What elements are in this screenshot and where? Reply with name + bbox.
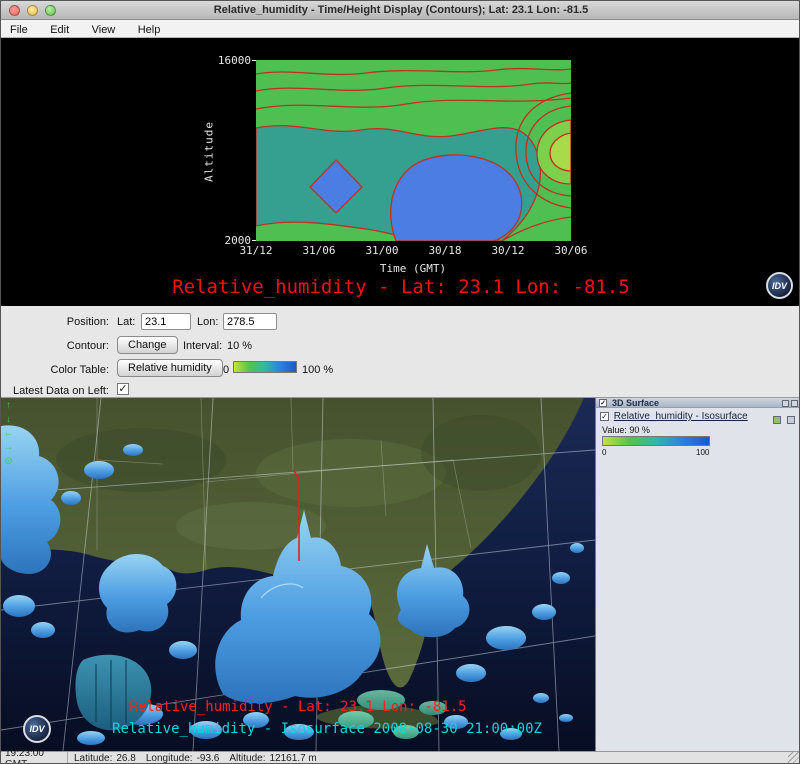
legend-header-checkbox[interactable]: ✓ <box>599 399 607 407</box>
time-height-display: 16000 2000 Altitude 31/12 31/06 31/00 30… <box>1 38 800 306</box>
map-caption-isosurface: Relative_humidity - Isosurface 2008-08-3… <box>59 721 595 737</box>
lower-split: ↑ ↓ ← → ⊙ Relative_humidity - Lat: 23.1 … <box>1 398 800 751</box>
y-tickmark-top <box>252 60 256 61</box>
titlebar[interactable]: Relative_humidity - Time/Height Display … <box>1 1 800 20</box>
x-tick: 31/06 <box>299 244 339 257</box>
contour-change-button[interactable]: Change <box>117 336 178 354</box>
y-tickmark-bottom <box>252 240 256 241</box>
legend-remove-icon[interactable] <box>787 416 795 424</box>
lon-label: Lon: <box>197 316 218 328</box>
pan-down-icon[interactable]: ↓ <box>2 414 15 425</box>
pan-left-icon[interactable]: ← <box>2 428 15 439</box>
x-tick: 30/12 <box>488 244 528 257</box>
status-latitude-label: Latitude: <box>74 753 112 764</box>
legend-header-title: 3D Surface <box>612 398 659 408</box>
menu-help[interactable]: Help <box>129 22 170 36</box>
interval-label: Interval: <box>183 340 222 352</box>
x-tick: 30/06 <box>551 244 591 257</box>
map-3d-view[interactable]: ↑ ↓ ← → ⊙ Relative_humidity - Lat: 23.1 … <box>1 398 595 751</box>
status-position: Latitude: 26.8 Longitude: -93.6 Altitude… <box>68 753 317 764</box>
status-longitude-value: -93.6 <box>197 753 220 764</box>
color-scale-bar <box>233 361 297 373</box>
legend-panel: ✓ 3D Surface ✓ Relative_humidity - Isosu… <box>595 398 800 751</box>
pan-up-icon[interactable]: ↑ <box>2 400 15 411</box>
legend-properties-icon[interactable] <box>773 416 781 424</box>
color-table-label: Color Table: <box>1 364 109 376</box>
menu-file[interactable]: File <box>1 22 37 36</box>
resize-grip[interactable] <box>788 752 800 764</box>
color-table-button[interactable]: Relative humidity <box>117 359 223 377</box>
legend-value-text: Value: 90 % <box>602 425 650 435</box>
contour-field <box>256 60 571 241</box>
legend-header[interactable]: ✓ 3D Surface <box>596 398 800 408</box>
status-altitude-value: 12161.7 m <box>270 753 317 764</box>
legend-float-icon[interactable] <box>782 400 789 407</box>
pan-right-icon[interactable]: → <box>2 442 15 453</box>
x-tick: 31/00 <box>362 244 402 257</box>
status-bar: 19:23:00 GMT Latitude: 26.8 Longitude: -… <box>1 751 800 764</box>
idv-logo-text: IDV <box>772 281 787 291</box>
window-title: Relative_humidity - Time/Height Display … <box>1 4 800 16</box>
lon-input[interactable] <box>223 313 277 330</box>
legend-color-bar[interactable] <box>602 436 710 446</box>
legend-item-label[interactable]: Relative_humidity - Isosurface <box>614 411 748 422</box>
menu-view[interactable]: View <box>83 22 125 36</box>
control-panel: Position: Lat: Lon: Contour: Change Inte… <box>1 306 800 398</box>
legend-close-icon[interactable] <box>791 400 798 407</box>
map-caption-position: Relative_humidity - Lat: 23.1 Lon: -81.5 <box>1 699 595 715</box>
status-time: 19:23:00 GMT <box>1 752 68 764</box>
idv-logo: IDV <box>766 272 793 299</box>
y-axis-title: Altitude <box>203 102 216 202</box>
legend-item-icons <box>771 411 795 429</box>
menu-edit[interactable]: Edit <box>41 22 78 36</box>
legend-item-row: ✓ Relative_humidity - Isosurface <box>600 411 748 424</box>
idv-logo: IDV <box>23 715 51 743</box>
y-tick-max: 16000 <box>205 54 251 67</box>
contour-label: Contour: <box>1 340 109 352</box>
latest-data-label: Latest Data on Left: <box>1 385 109 397</box>
chart-title: Relative_humidity - Lat: 23.1 Lon: -81.5 <box>1 276 800 298</box>
contour-plot[interactable] <box>256 60 571 241</box>
status-altitude-label: Altitude: <box>229 753 265 764</box>
x-tick: 30/18 <box>425 244 465 257</box>
status-longitude-label: Longitude: <box>146 753 193 764</box>
position-label: Position: <box>1 316 109 328</box>
interval-value: 10 % <box>227 340 252 352</box>
legend-scale-max: 100 <box>696 448 709 457</box>
x-axis-title: Time (GMT) <box>333 262 493 275</box>
color-scale-min: 0 <box>223 364 229 376</box>
app-window: Relative_humidity - Time/Height Display … <box>0 0 800 764</box>
lat-input[interactable] <box>141 313 191 330</box>
legend-item-checkbox[interactable]: ✓ <box>600 412 609 421</box>
x-tick: 31/12 <box>236 244 276 257</box>
lat-label: Lat: <box>117 316 135 328</box>
latest-data-checkbox[interactable]: ✓ <box>117 383 129 395</box>
legend-scale-min: 0 <box>602 448 606 457</box>
menubar: File Edit View Help <box>1 20 800 38</box>
color-scale-max: 100 % <box>302 364 333 376</box>
view-toolbar: ↑ ↓ ← → ⊙ <box>2 400 15 467</box>
status-latitude-value: 26.8 <box>116 753 135 764</box>
idv-logo-text: IDV <box>29 724 44 734</box>
reset-view-icon[interactable]: ⊙ <box>2 456 15 467</box>
